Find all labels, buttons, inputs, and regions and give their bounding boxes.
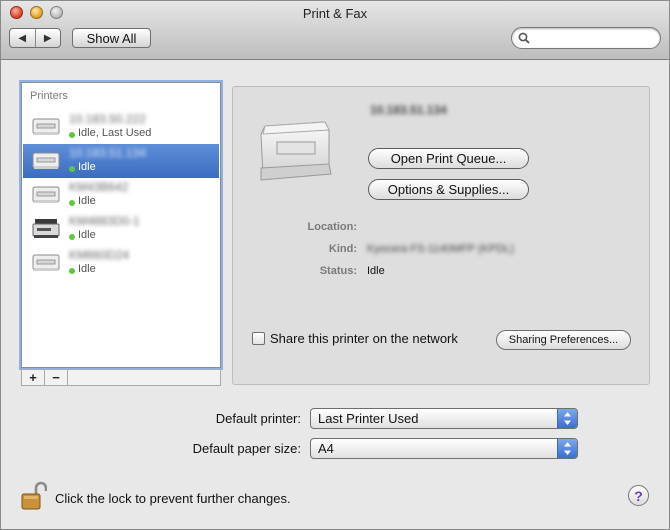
default-printer-label: Default printer: — [215, 411, 301, 426]
show-all-button[interactable]: Show All — [72, 28, 151, 48]
window-title: Print & Fax — [302, 6, 368, 21]
printer-status: Idle — [78, 195, 96, 207]
sharing-preferences-button[interactable]: Sharing Preferences... — [496, 330, 631, 350]
selected-printer-name: 10.183.51.134 — [370, 103, 447, 117]
kind-label: Kind: — [328, 243, 357, 255]
mfp-printer-icon — [32, 219, 60, 238]
printer-list-item[interactable]: KM4883D0-1 Idle — [23, 212, 219, 246]
printer-name: 10.183.50.222 — [69, 112, 146, 126]
status-dot-icon — [69, 268, 75, 274]
print-fax-window: Print & Fax ◀ ▶ Show All Printers 10.183… — [0, 0, 670, 530]
laser-printer-icon — [260, 121, 332, 181]
status-dot-icon — [69, 234, 75, 240]
status-label: Status: — [319, 265, 357, 277]
printer-detail-panel: 10.183.51.134 Open Print Queue... Option… — [232, 86, 650, 385]
printer-status: Idle, Last Used — [78, 127, 152, 139]
printer-list-item[interactable]: 10.183.50.222 Idle, Last Used — [23, 110, 219, 144]
search-icon — [518, 32, 530, 44]
up-down-arrows-icon — [557, 439, 577, 458]
open-print-queue-button[interactable]: Open Print Queue... — [368, 148, 529, 169]
printer-list-item-selected[interactable]: 10.183.51.134 Idle — [23, 144, 219, 178]
options-supplies-button[interactable]: Options & Supplies... — [368, 179, 529, 200]
printer-status: Idle — [78, 161, 96, 173]
share-printer-checkbox[interactable] — [252, 332, 265, 345]
status-dot-icon — [69, 166, 75, 172]
printer-list-item[interactable]: KM660D24 Idle — [23, 246, 219, 280]
unlocked-padlock-icon[interactable] — [21, 481, 47, 511]
status-dot-icon — [69, 200, 75, 206]
printers-list-header: Printers — [30, 90, 68, 102]
remove-printer-button[interactable]: − — [45, 370, 68, 385]
back-button[interactable]: ◀ — [10, 29, 35, 47]
titlebar: Print & Fax ◀ ▶ Show All — [1, 1, 669, 60]
help-button[interactable]: ? — [628, 485, 649, 506]
add-printer-button[interactable]: + — [22, 370, 45, 385]
up-down-arrows-icon — [557, 409, 577, 428]
kind-value: Kyocera FS-1140MFP (KPDL) — [367, 243, 514, 255]
laser-printer-icon — [32, 118, 60, 135]
laser-printer-icon — [32, 186, 60, 203]
forward-button[interactable]: ▶ — [34, 29, 61, 47]
laser-printer-icon — [32, 152, 60, 169]
printer-status: Idle — [78, 229, 96, 241]
default-paper-size-popup[interactable]: A4 — [310, 438, 578, 459]
printer-name: 10.183.51.134 — [69, 146, 146, 160]
lock-message: Click the lock to prevent further change… — [55, 491, 291, 506]
printers-list[interactable]: Printers 10.183.50.222 Idle, Last Used 1… — [21, 82, 221, 368]
search-field[interactable] — [511, 27, 661, 49]
search-input[interactable] — [534, 30, 656, 48]
printer-name: KM43B642 — [69, 180, 129, 194]
status-value: Idle — [367, 265, 385, 277]
share-printer-label[interactable]: Share this printer on the network — [270, 331, 458, 346]
add-remove-bar: + − — [21, 369, 221, 386]
printer-status: Idle — [78, 263, 96, 275]
printer-name: KM660D24 — [69, 248, 130, 262]
printer-list-item[interactable]: KM43B642 Idle — [23, 178, 219, 212]
default-paper-size-label: Default paper size: — [192, 441, 301, 456]
printer-name: KM4883D0-1 — [69, 214, 140, 228]
back-forward-control: ◀ ▶ — [9, 28, 61, 48]
location-label: Location: — [307, 221, 358, 233]
status-dot-icon — [69, 132, 75, 138]
default-printer-value: Last Printer Used — [318, 411, 419, 426]
default-printer-popup[interactable]: Last Printer Used — [310, 408, 578, 429]
default-paper-size-value: A4 — [318, 441, 334, 456]
laser-printer-icon — [32, 254, 60, 271]
